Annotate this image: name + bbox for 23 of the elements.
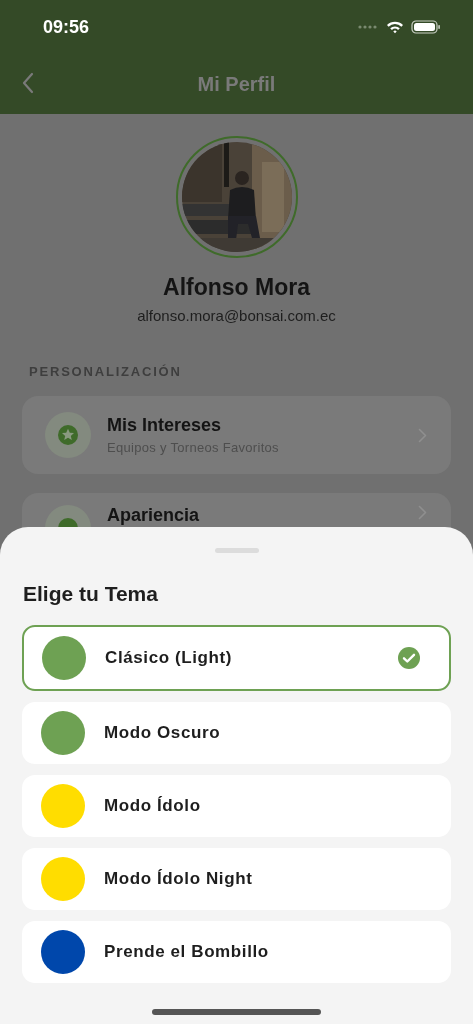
status-time: 09:56 — [43, 16, 90, 38]
theme-label: Modo Ídolo Night — [104, 869, 254, 889]
nav-title: Mi Perfil — [197, 72, 276, 96]
theme-option[interactable]: Modo Ídolo Night — [22, 848, 451, 910]
theme-label: Clásico (Light) — [105, 648, 234, 668]
theme-label: Modo Ídolo — [104, 796, 202, 816]
wifi-icon — [386, 20, 404, 34]
theme-option[interactable]: Modo Ídolo — [22, 775, 451, 837]
battery-icon — [411, 20, 441, 34]
theme-option[interactable]: Modo Oscuro — [22, 702, 451, 764]
profile-email: alfonso.mora@bonsai.com.ec — [137, 307, 336, 324]
theme-label: Modo Oscuro — [104, 723, 222, 743]
check-icon — [398, 647, 420, 669]
theme-label: Prende el Bombillo — [104, 942, 270, 962]
theme-option[interactable]: Clásico (Light) — [22, 625, 451, 691]
theme-option[interactable]: Prende el Bombillo — [22, 921, 451, 983]
menu-item-title: Apariencia — [107, 505, 201, 526]
signal-icon — [357, 24, 379, 30]
back-button[interactable] — [20, 70, 36, 96]
profile-name: Alfonso Mora — [163, 274, 310, 301]
menu-item-title: Mis Intereses — [107, 415, 223, 436]
sheet-title: Elige tu Tema — [23, 582, 159, 606]
drag-handle[interactable] — [214, 548, 259, 553]
